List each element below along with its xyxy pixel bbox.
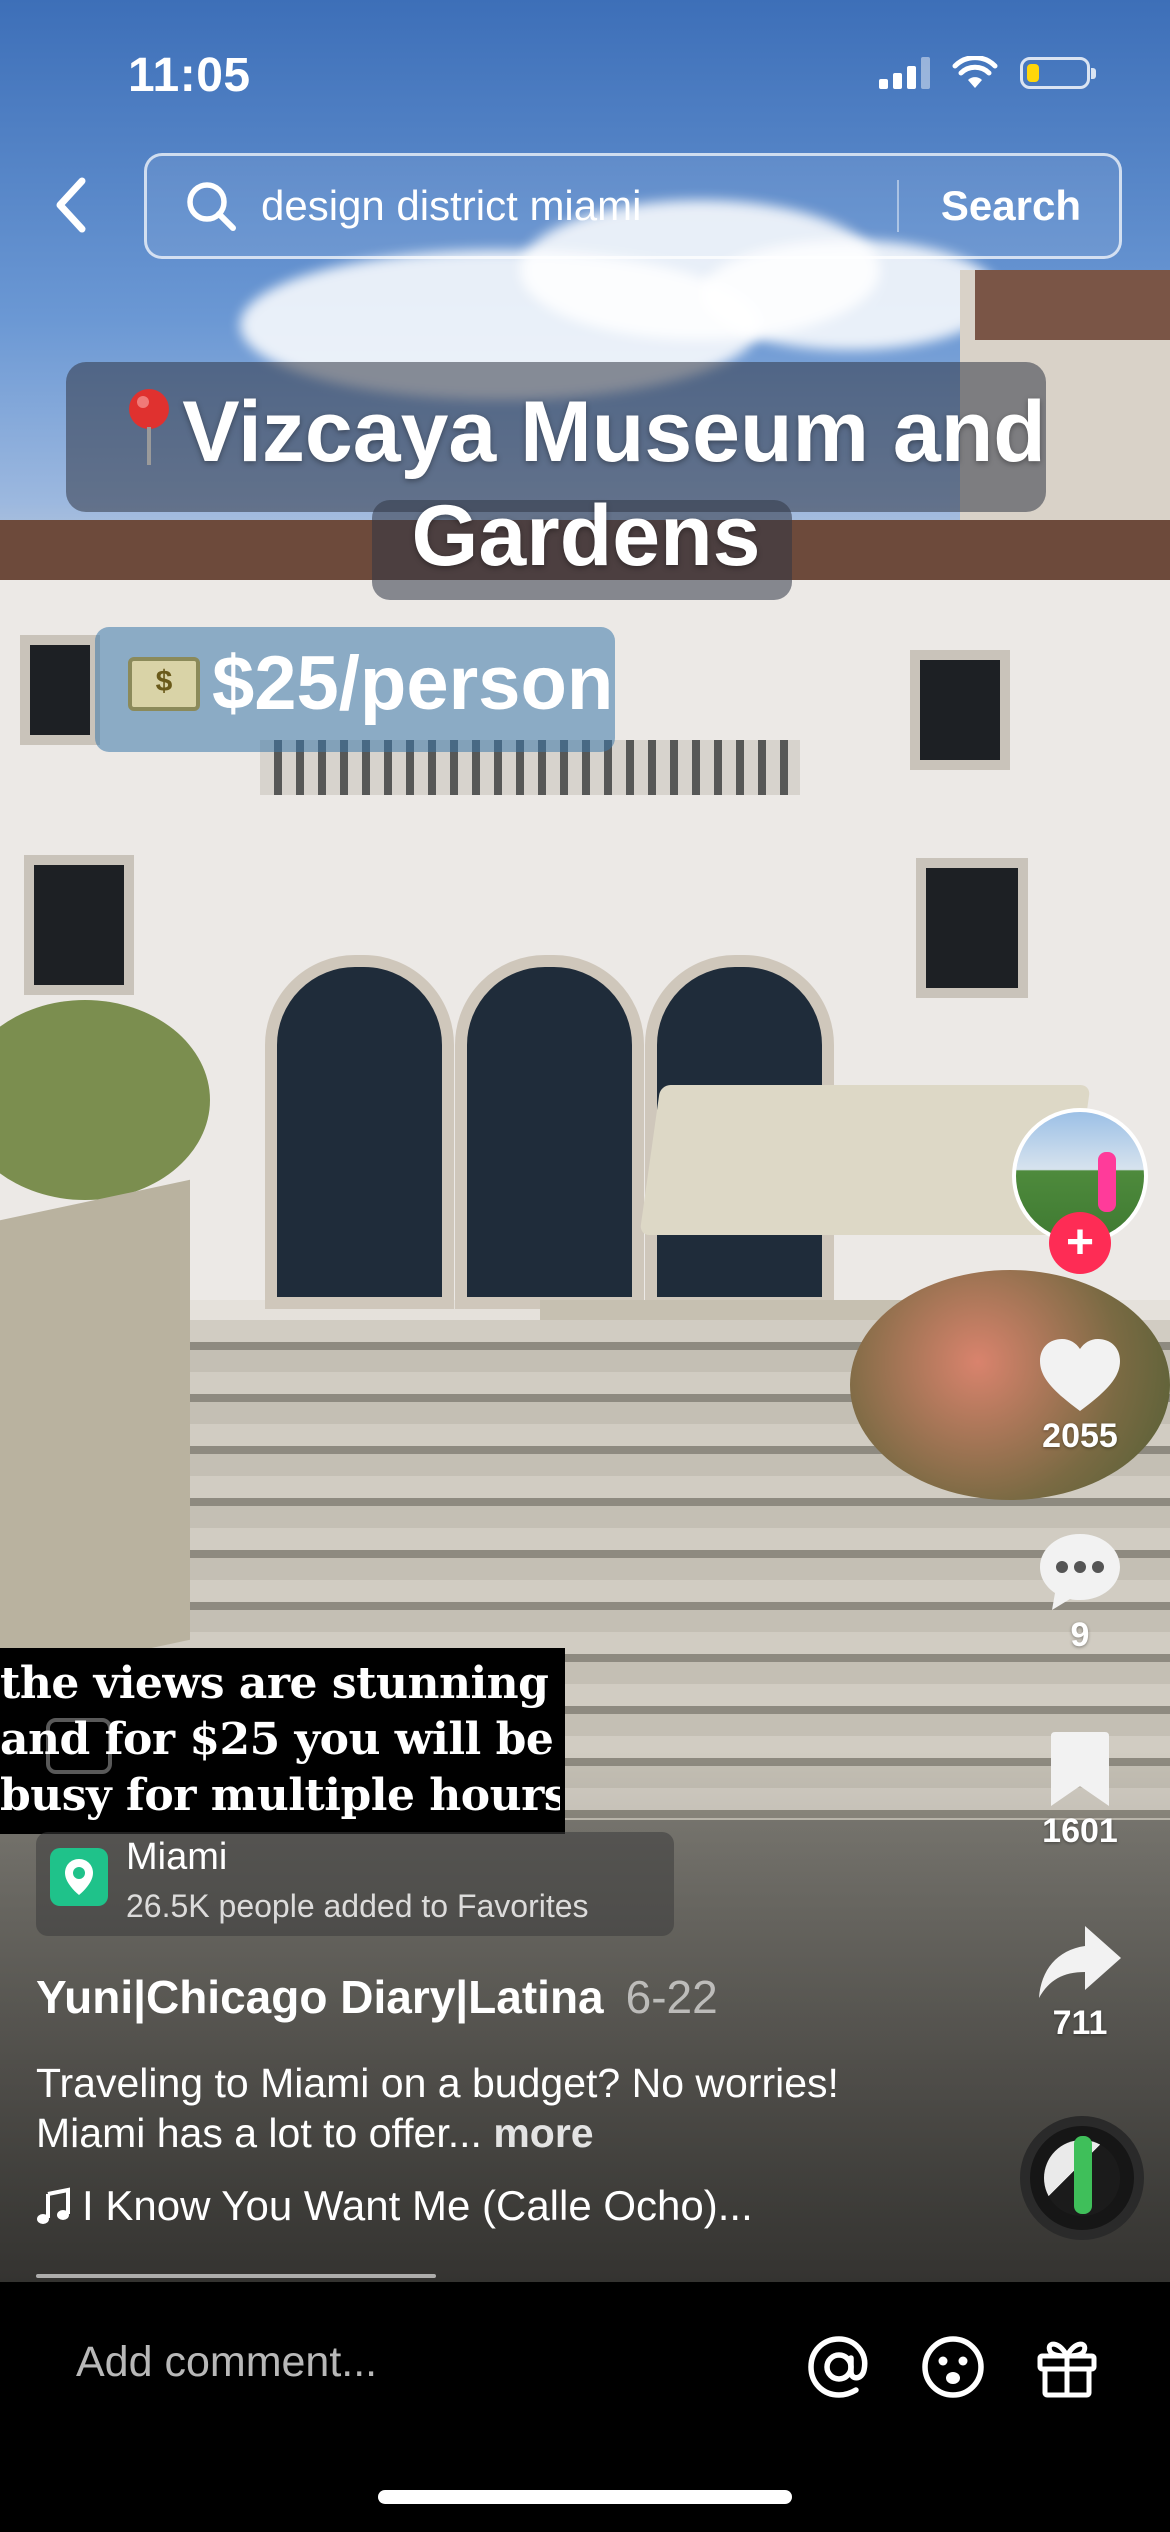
cellular-signal-icon [879, 57, 930, 89]
comment-icon [1040, 1534, 1120, 1610]
pin-icon [129, 389, 170, 465]
author-name[interactable]: Yuni|Chicago Diary|Latina [36, 1971, 604, 2023]
share-icon [1039, 1926, 1121, 1998]
location-chip[interactable]: Miami 26.5K people added to Favorites [36, 1832, 674, 1936]
bookmark-icon [1051, 1732, 1109, 1806]
caption-more-link[interactable]: more [493, 2110, 593, 2156]
music-note-icon [37, 2187, 70, 2224]
gift-button[interactable] [1032, 2332, 1102, 2402]
status-icons [879, 56, 1096, 90]
author-line[interactable]: Yuni|Chicago Diary|Latina 6-22 [36, 1970, 718, 2024]
music-disc[interactable] [1020, 2116, 1144, 2240]
emoji-icon [922, 2336, 984, 2398]
post-date: 6-22 [625, 1971, 718, 2023]
video-progress-bar[interactable] [36, 2274, 436, 2278]
video-title-overlay: Vizcaya Museum and Gardens [66, 380, 1106, 588]
comment-button[interactable]: 9 [1020, 1530, 1140, 1655]
follow-button[interactable]: + [1049, 1212, 1111, 1274]
search-icon [187, 182, 236, 231]
share-count: 711 [1052, 2004, 1108, 2042]
music-line[interactable]: I Know You Want Me (Calle Ocho)... [36, 2182, 753, 2230]
back-icon [56, 177, 86, 233]
location-name: Miami [126, 1836, 228, 1878]
location-pin-icon [50, 1848, 108, 1906]
caption-text: Traveling to Miami on a budget? No worri… [36, 2060, 839, 2156]
share-button[interactable]: 711 [1020, 1922, 1140, 2043]
location-subtitle: 26.5K people added to Favorites [126, 1888, 589, 1924]
heart-icon [1040, 1339, 1120, 1411]
comment-input[interactable]: Add comment... [76, 2338, 377, 2387]
mention-icon [808, 2336, 868, 2398]
status-time: 11:05 [128, 49, 251, 102]
home-indicator[interactable] [378, 2490, 792, 2504]
price-overlay: $25/person [128, 640, 613, 727]
emoji-button[interactable] [918, 2332, 988, 2402]
closed-caption-icon[interactable] [46, 1718, 112, 1774]
post-caption: Traveling to Miami on a budget? No worri… [36, 2058, 866, 2158]
wifi-icon [952, 56, 998, 88]
video-player[interactable] [0, 0, 1170, 2282]
bookmark-count: 1601 [1042, 1812, 1118, 1850]
bookmark-button[interactable]: 1601 [1020, 1730, 1140, 1851]
battery-icon [1020, 57, 1096, 89]
gift-icon [1037, 2341, 1097, 2398]
like-count: 2055 [1042, 1417, 1118, 1455]
music-title: I Know You Want Me (Calle Ocho)... [82, 2182, 753, 2229]
mention-button[interactable] [804, 2332, 874, 2402]
back-button[interactable] [40, 170, 100, 240]
search-input[interactable]: design district miami [261, 182, 897, 230]
price-text: $25/person [212, 641, 614, 726]
like-button[interactable]: 2055 [1020, 1335, 1140, 1456]
money-icon [128, 656, 200, 711]
search-bar[interactable]: design district miami Search [144, 153, 1122, 259]
comment-count: 9 [1070, 1616, 1090, 1654]
search-button[interactable]: Search [899, 182, 1119, 230]
video-title-text: Vizcaya Museum and Gardens [182, 384, 1046, 584]
